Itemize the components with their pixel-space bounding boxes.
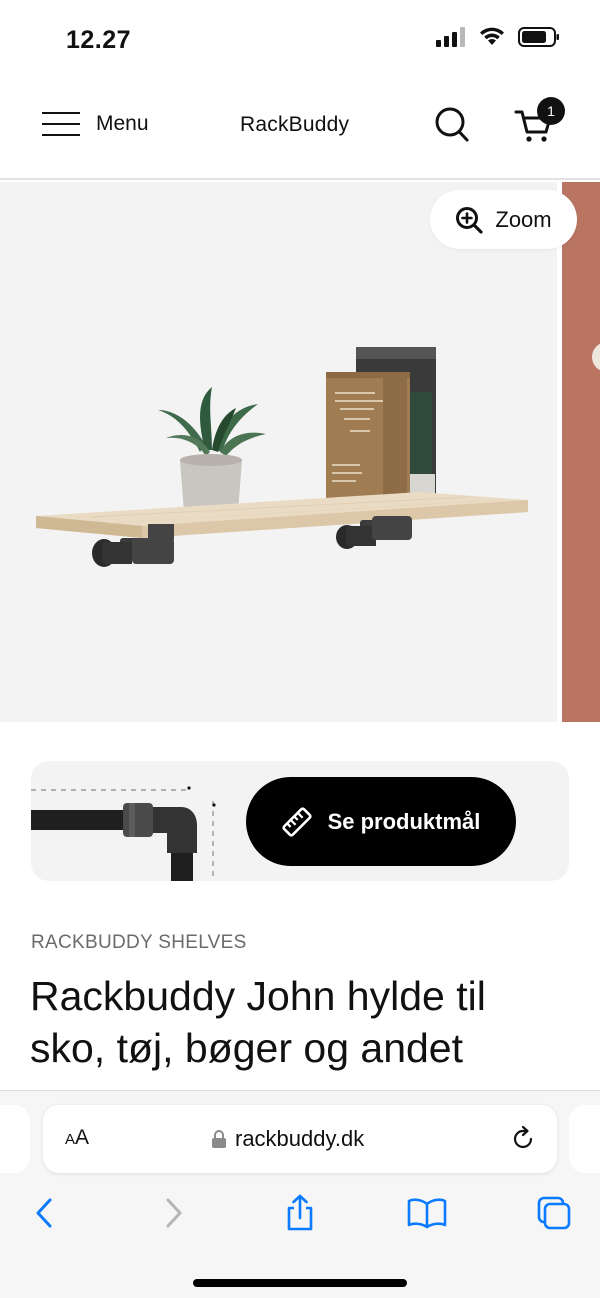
book-open-icon: [407, 1198, 447, 1229]
cart-count-badge: 1: [537, 97, 565, 125]
reload-button[interactable]: [509, 1125, 537, 1153]
shelf-board: [36, 492, 528, 538]
tabs-icon: [537, 1196, 571, 1230]
product-category[interactable]: RACKBUDDY SHELVES: [31, 932, 247, 954]
hamburger-icon: [42, 112, 80, 136]
url-display[interactable]: rackbuddy.dk: [211, 1126, 364, 1152]
text-size-button[interactable]: AA: [65, 1126, 89, 1150]
site-header: Menu RackBuddy: [0, 80, 600, 180]
status-icons: [436, 26, 560, 48]
previous-tab-preview[interactable]: [0, 1105, 30, 1173]
text-size-small-glyph: A: [65, 1131, 76, 1148]
status-time: 12.27: [66, 26, 132, 54]
signal-icon: [436, 27, 465, 47]
menu-button[interactable]: Menu: [42, 110, 149, 138]
zoom-label: Zoom: [495, 206, 552, 232]
search-icon: [435, 107, 469, 142]
book-icon: [326, 347, 436, 504]
pipe-illustration: [31, 786, 216, 881]
home-indicator: [193, 1279, 407, 1287]
next-product-image[interactable]: [562, 182, 600, 722]
chevron-right-icon: [166, 1198, 182, 1228]
plant-icon: [158, 387, 266, 517]
lock-icon: [212, 1130, 226, 1148]
browser-toolbar: [0, 1191, 600, 1239]
back-button[interactable]: [22, 1191, 66, 1235]
product-dimensions-label: Se produktmål: [327, 808, 481, 834]
search-button[interactable]: [434, 106, 474, 146]
share-icon: [287, 1194, 313, 1231]
tabs-button[interactable]: [532, 1191, 576, 1235]
product-gallery[interactable]: Zoom: [0, 182, 600, 722]
product-dimensions-button[interactable]: Se produktmål: [246, 777, 516, 866]
wifi-icon: [480, 27, 504, 45]
zoom-in-icon: [456, 206, 483, 234]
battery-icon: [518, 27, 559, 47]
share-button[interactable]: [278, 1191, 322, 1235]
menu-label: Menu: [96, 112, 149, 135]
brand-logo[interactable]: RackBuddy: [240, 113, 349, 137]
product-title: Rackbuddy John hylde til sko, tøj, bøger…: [30, 973, 486, 1071]
chevron-left-icon: [36, 1198, 52, 1228]
text-size-big-glyph: A: [75, 1126, 90, 1149]
zoom-button[interactable]: Zoom: [430, 190, 577, 249]
url-text: rackbuddy.dk: [235, 1126, 365, 1151]
dimensions-banner[interactable]: Se produktmål: [31, 761, 569, 881]
status-bar: 12.27: [0, 0, 600, 80]
forward-button[interactable]: [152, 1191, 196, 1235]
reload-icon: [513, 1125, 533, 1149]
ruler-icon: [281, 806, 312, 837]
bookmarks-button[interactable]: [405, 1191, 449, 1235]
next-tab-preview[interactable]: [569, 1105, 600, 1173]
product-image: [36, 347, 528, 567]
browser-bottom-bar: AA rackbuddy.dk: [0, 1090, 600, 1298]
address-bar[interactable]: AA rackbuddy.dk: [43, 1105, 557, 1173]
